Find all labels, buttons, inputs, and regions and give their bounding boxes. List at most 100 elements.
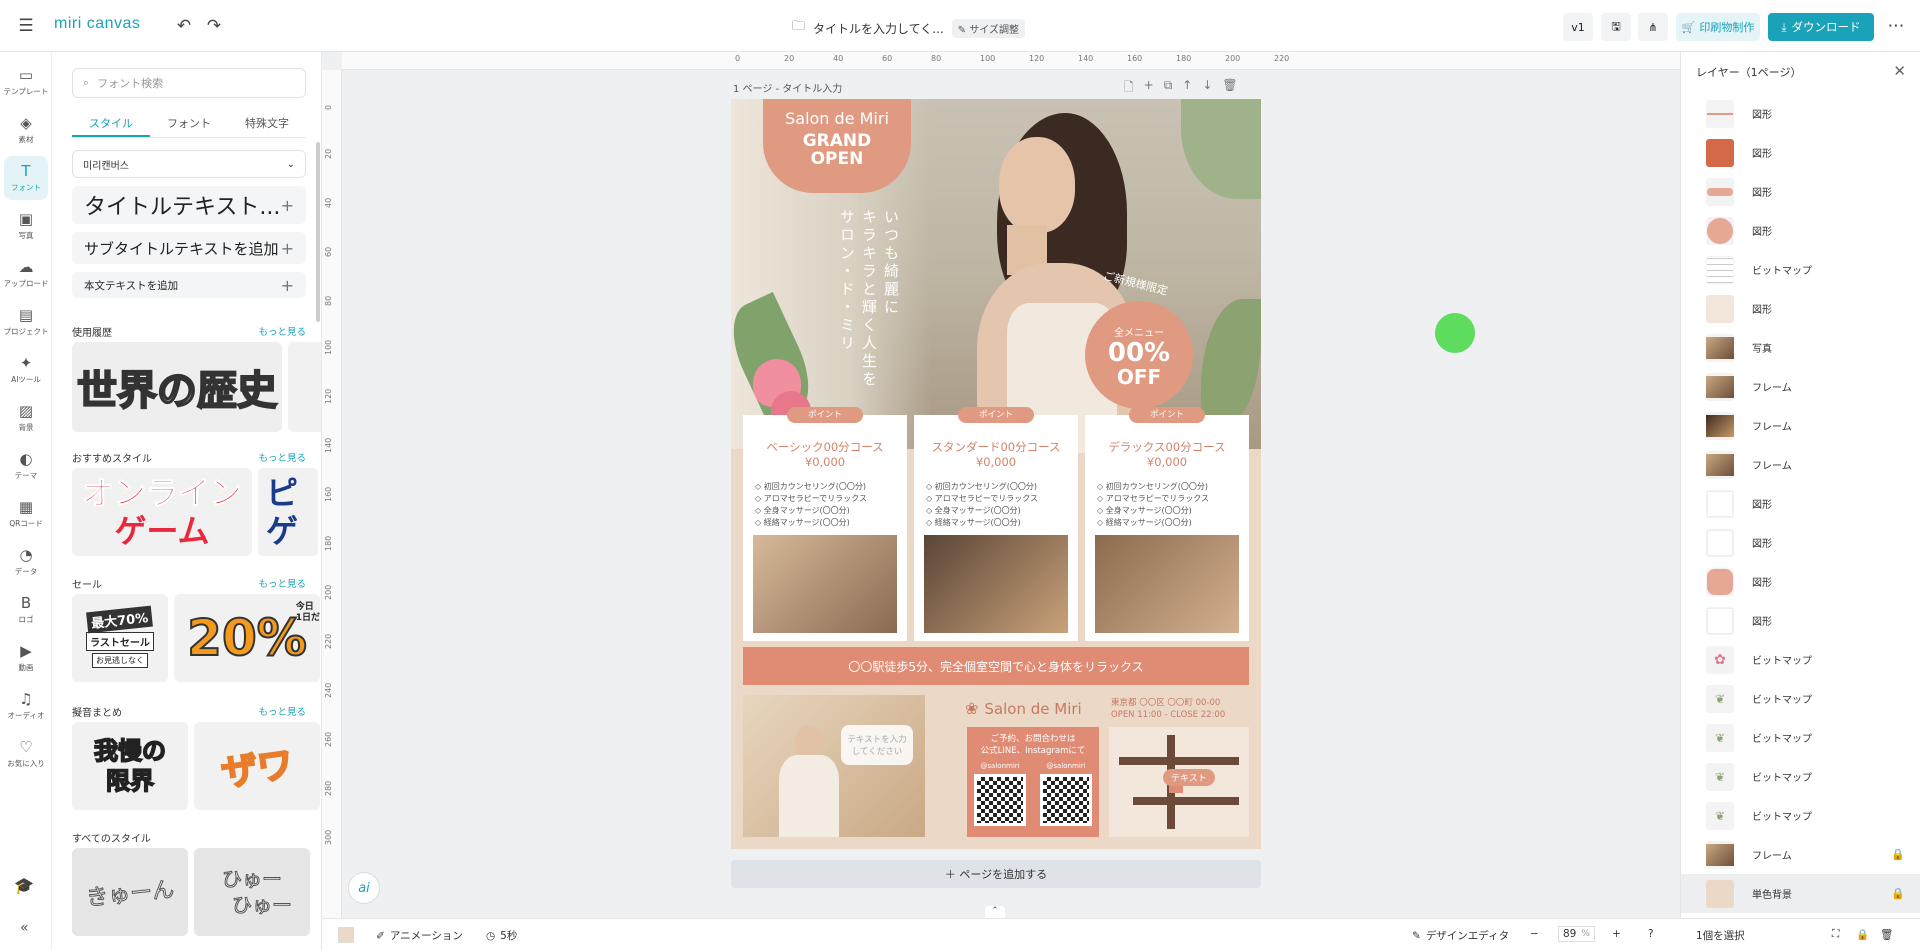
layer-row[interactable]: ❦ ビットマップ <box>1681 757 1920 796</box>
save-icon[interactable]: 🖫 <box>1601 13 1631 41</box>
more-link[interactable]: もっと見る <box>258 324 306 339</box>
nav-font[interactable]: T フォント <box>4 156 48 200</box>
layer-row[interactable]: 図形 <box>1681 211 1920 250</box>
course-photo[interactable] <box>924 535 1068 633</box>
add-icon[interactable]: + <box>1144 78 1154 99</box>
duration-button[interactable]: ◷ 5秒 <box>486 928 517 943</box>
course-photo[interactable] <box>753 535 897 633</box>
undo-icon[interactable]: ↶ <box>172 14 196 38</box>
nav-upload[interactable]: ☁ アップロード <box>0 252 52 296</box>
tab-font[interactable]: フォント <box>150 110 228 137</box>
print-order-button[interactable]: 🛒 印刷物制作 <box>1676 13 1760 41</box>
layer-row[interactable]: 写真 <box>1681 328 1920 367</box>
nav-background[interactable]: ▨ 背景 <box>0 396 52 440</box>
style-thumb-sale-1[interactable]: 最大70% ラストセール お見逃しなく <box>72 594 168 682</box>
style-thumb-history-2[interactable] <box>288 342 321 432</box>
poster-page[interactable]: Salon de Miri GRAND OPEN いつも綺麗に キラキラと輝く人… <box>731 99 1261 849</box>
academy-icon[interactable]: 🎓 <box>14 876 34 895</box>
layer-row[interactable]: 図形 <box>1681 601 1920 640</box>
staff-photo[interactable]: テキストを入力してください <box>743 695 925 837</box>
vertical-copy[interactable]: いつも綺麗に キラキラと輝く人生を サロン・ド・ミリ <box>836 209 902 429</box>
nav-logo[interactable]: B ロゴ <box>0 588 52 632</box>
style-thumb-zawa[interactable]: ザワ <box>194 722 320 810</box>
font-select[interactable]: 미리캔버스 ⌄ <box>72 150 306 178</box>
more-link[interactable]: もっと見る <box>258 450 306 465</box>
zoom-in-icon[interactable]: + <box>1612 928 1621 940</box>
nav-photo[interactable]: ▣ 写真 <box>0 204 52 248</box>
collapse-left-icon[interactable]: « <box>20 920 29 936</box>
style-thumb-all-1[interactable]: きゅーん <box>72 848 188 936</box>
footer-info[interactable]: 東京都 〇〇区 〇〇町 00-00 OPEN 11:00 - CLOSE 22:… <box>1111 697 1225 721</box>
qr-code-instagram[interactable] <box>1040 774 1092 826</box>
layer-row[interactable]: ビットマップ <box>1681 250 1920 289</box>
tab-special-chars[interactable]: 特殊文字 <box>228 110 306 137</box>
design-editor-button[interactable]: ✎ デザインエディタ <box>1412 928 1509 943</box>
ai-assistant-button[interactable]: ai <box>348 872 380 904</box>
share-icon[interactable]: ⋔ <box>1638 13 1668 41</box>
duplicate-icon[interactable]: ⧉ <box>1164 78 1173 99</box>
redo-icon[interactable]: ↷ <box>202 14 226 38</box>
collapse-up-icon[interactable]: ⌃ <box>985 906 1005 918</box>
add-subtitle-button[interactable]: サブタイトルテキストを追加 + <box>72 232 306 264</box>
style-thumb-sale-2[interactable]: 20% 今日 1日だ <box>174 594 320 682</box>
page-icon[interactable]: 🗋 <box>1124 78 1134 99</box>
nav-data[interactable]: ◔ データ <box>0 540 52 584</box>
font-search-input[interactable]: ⌕ フォント検索 <box>72 68 306 98</box>
version-button[interactable]: v1 <box>1563 13 1593 41</box>
tab-style[interactable]: スタイル <box>72 110 150 137</box>
app-logo[interactable]: miri canvas <box>54 15 140 33</box>
layer-row[interactable]: フレーム <box>1681 445 1920 484</box>
course-photo[interactable] <box>1095 535 1239 633</box>
layer-row[interactable]: 単色背景 🔒 <box>1681 874 1920 913</box>
style-thumb-online-game[interactable]: オンライン ゲーム <box>72 468 252 556</box>
nav-ai[interactable]: ✦ AIツール <box>0 348 52 392</box>
nav-qr[interactable]: ▦ QRコード <box>0 492 52 536</box>
course-card[interactable]: ポイント ベーシック00分コース ¥0,000 ◇ 初回カウンセリング(〇〇分) ◇ ア… <box>743 407 907 641</box>
style-thumb-history[interactable]: 世界の歴史 <box>72 342 282 432</box>
layer-row[interactable]: 図形 <box>1681 523 1920 562</box>
grand-open-badge[interactable]: Salon de Miri GRAND OPEN <box>763 99 911 193</box>
select-all-icon[interactable]: ⛶ <box>1832 928 1839 941</box>
download-button[interactable]: ⤓ ダウンロード <box>1768 13 1874 41</box>
style-thumb-gaman[interactable]: 我慢の 限界 <box>72 722 188 810</box>
panel-scrollbar[interactable] <box>316 142 320 322</box>
discount-badge[interactable]: 全メニュー 00% OFF <box>1085 301 1193 409</box>
map[interactable]: テキスト <box>1109 727 1249 837</box>
nav-element[interactable]: ◈ 素材 <box>0 108 52 152</box>
layer-row[interactable]: フレーム <box>1681 406 1920 445</box>
page-label[interactable]: 1 ページ - タイトル入力 <box>733 80 842 95</box>
more-options-icon[interactable]: ⋯ <box>1884 14 1908 38</box>
zoom-out-icon[interactable]: − <box>1530 928 1539 940</box>
lock-icon[interactable]: 🔒 <box>1856 928 1869 941</box>
layer-row[interactable]: ✿ ビットマップ <box>1681 640 1920 679</box>
folder-icon[interactable]: 🗀 <box>792 17 805 39</box>
nav-theme[interactable]: ◐ テーマ <box>0 444 52 488</box>
course-card[interactable]: ポイント スタンダード00分コース ¥0,000 ◇ 初回カウンセリング(〇〇分) ◇ … <box>914 407 1078 641</box>
layer-row[interactable]: 図形 <box>1681 484 1920 523</box>
layer-row[interactable]: ❦ ビットマップ <box>1681 679 1920 718</box>
move-up-icon[interactable]: ↑ <box>1182 78 1192 99</box>
background-color-swatch[interactable] <box>338 927 354 943</box>
nav-project[interactable]: ▤ プロジェクト <box>0 300 52 344</box>
lock-icon[interactable]: 🔒 <box>1891 848 1905 861</box>
style-thumb-recommend-2[interactable]: ピ ゲ <box>258 468 318 556</box>
style-thumb-all-2[interactable]: ひゅー ひゅー <box>194 848 310 936</box>
zoom-field[interactable]: 89% <box>1558 926 1595 942</box>
resize-pill[interactable]: ✎ サイズ調整 <box>951 18 1026 38</box>
layer-row[interactable]: フレーム 🔒 <box>1681 835 1920 874</box>
animation-button[interactable]: ✐ アニメーション <box>376 928 463 943</box>
close-icon[interactable]: ✕ <box>1893 62 1906 80</box>
trash-icon[interactable]: 🗑 <box>1222 78 1237 99</box>
course-card[interactable]: ポイント デラックス00分コース ¥0,000 ◇ 初回カウンセリング(〇〇分) ◇ ア… <box>1085 407 1249 641</box>
layer-row[interactable]: ❦ ビットマップ <box>1681 796 1920 835</box>
delete-icon[interactable]: 🗑 <box>1880 928 1893 941</box>
add-page-button[interactable]: ＋ ページを追加する <box>731 860 1261 888</box>
help-icon[interactable]: ? <box>1648 928 1654 940</box>
speech-bubble[interactable]: テキストを入力してください <box>841 725 913 765</box>
layer-row[interactable]: 図形 <box>1681 133 1920 172</box>
layer-row[interactable]: 図形 <box>1681 562 1920 601</box>
qr-code-line[interactable] <box>974 774 1026 826</box>
access-banner[interactable]: 〇〇駅徒歩5分、完全個室空間で心と身体をリラックス <box>743 647 1249 685</box>
layer-row[interactable]: ❦ ビットマップ <box>1681 718 1920 757</box>
add-title-button[interactable]: タイトルテキスト... + <box>72 186 306 224</box>
